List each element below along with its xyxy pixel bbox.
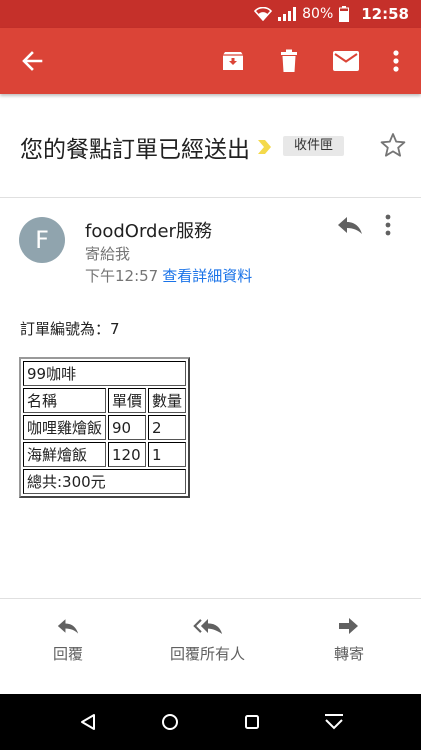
wifi-icon xyxy=(254,7,273,21)
star-button[interactable] xyxy=(380,132,406,162)
battery-percent: 80% xyxy=(302,6,334,22)
trash-icon xyxy=(281,49,297,72)
reply-icon xyxy=(338,217,362,234)
recipient-line: 寄給我 xyxy=(85,245,131,263)
sender-avatar[interactable]: F xyxy=(19,217,65,263)
header-cell: 名稱 xyxy=(23,388,107,413)
nav-back-button[interactable] xyxy=(74,708,102,736)
view-details-link[interactable]: 查看詳細資料 xyxy=(162,267,252,285)
forward-icon xyxy=(339,618,358,634)
table-cell: 90 xyxy=(108,415,147,440)
cell-signal-icon xyxy=(278,7,297,21)
nav-hide-keyboard-button[interactable] xyxy=(320,708,348,736)
archive-icon xyxy=(223,52,243,70)
square-recents-icon xyxy=(245,715,259,729)
nav-recents-button[interactable] xyxy=(238,708,266,736)
arrow-back-icon xyxy=(22,51,43,71)
subject-row: 您的餐點訂單已經送出 收件匣 xyxy=(0,94,421,198)
message-more-button[interactable] xyxy=(385,214,409,240)
overflow-menu-button[interactable] xyxy=(380,45,412,77)
back-button[interactable] xyxy=(16,45,48,77)
system-nav-bar xyxy=(0,694,421,750)
shop-name: 99咖啡 xyxy=(23,361,187,386)
forward-label: 轉寄 xyxy=(334,645,365,663)
order-number: 訂單編號為：7 xyxy=(20,320,120,338)
order-table: 99咖啡 名稱 單價 數量 咖哩雞燴飯 90 2 海鮮燴飯 120 1 總共:3… xyxy=(19,357,191,498)
order-total: 總共:300元 xyxy=(23,469,187,494)
archive-button[interactable] xyxy=(217,45,249,77)
table-row: 海鮮燴飯 120 1 xyxy=(23,442,187,467)
star-icon xyxy=(380,133,406,157)
reply-icon-button[interactable] xyxy=(337,215,365,239)
delete-button[interactable] xyxy=(273,45,305,77)
table-row: 99咖啡 xyxy=(23,361,187,386)
toolbar xyxy=(0,28,421,94)
status-bar: 80% 12:58 xyxy=(0,0,421,28)
table-row: 總共:300元 xyxy=(23,469,187,494)
table-cell: 海鮮燴飯 xyxy=(23,442,107,467)
battery-icon xyxy=(339,6,350,22)
circle-home-icon xyxy=(162,714,178,730)
table-cell: 2 xyxy=(148,415,187,440)
reply-all-label: 回覆所有人 xyxy=(170,645,246,663)
header-cell: 單價 xyxy=(108,388,147,413)
reply-button[interactable]: 回覆 xyxy=(53,617,83,664)
email-time-line: 下午12:57 查看詳細資料 xyxy=(85,265,252,286)
inbox-label-chip[interactable]: 收件匣 xyxy=(283,136,345,156)
table-row: 咖哩雞燴飯 90 2 xyxy=(23,415,187,440)
important-marker-icon[interactable] xyxy=(258,139,272,155)
triangle-back-icon xyxy=(81,714,95,730)
nav-home-button[interactable] xyxy=(156,708,184,736)
mark-unread-button[interactable] xyxy=(330,45,362,77)
sender-name: foodOrder服務 xyxy=(85,221,212,242)
reply-all-icon xyxy=(192,618,222,634)
mail-icon xyxy=(333,51,359,71)
email-time: 下午12:57 xyxy=(85,267,159,285)
forward-button[interactable]: 轉寄 xyxy=(334,617,364,664)
more-vert-icon xyxy=(393,50,399,72)
email-subject: 您的餐點訂單已經送出 xyxy=(20,130,272,164)
reply-all-button[interactable]: 回覆所有人 xyxy=(170,617,245,664)
reply-icon xyxy=(57,619,79,634)
chevron-down-icon xyxy=(325,714,343,730)
table-cell: 120 xyxy=(108,442,147,467)
header-cell: 數量 xyxy=(148,388,187,413)
bottom-actions: 回覆 回覆所有人 轉寄 xyxy=(0,598,421,694)
table-cell: 咖哩雞燴飯 xyxy=(23,415,107,440)
table-cell: 1 xyxy=(148,442,187,467)
table-header-row: 名稱 單價 數量 xyxy=(23,388,187,413)
more-vert-icon xyxy=(385,214,391,236)
status-time: 12:58 xyxy=(361,5,409,23)
reply-label: 回覆 xyxy=(53,645,84,663)
